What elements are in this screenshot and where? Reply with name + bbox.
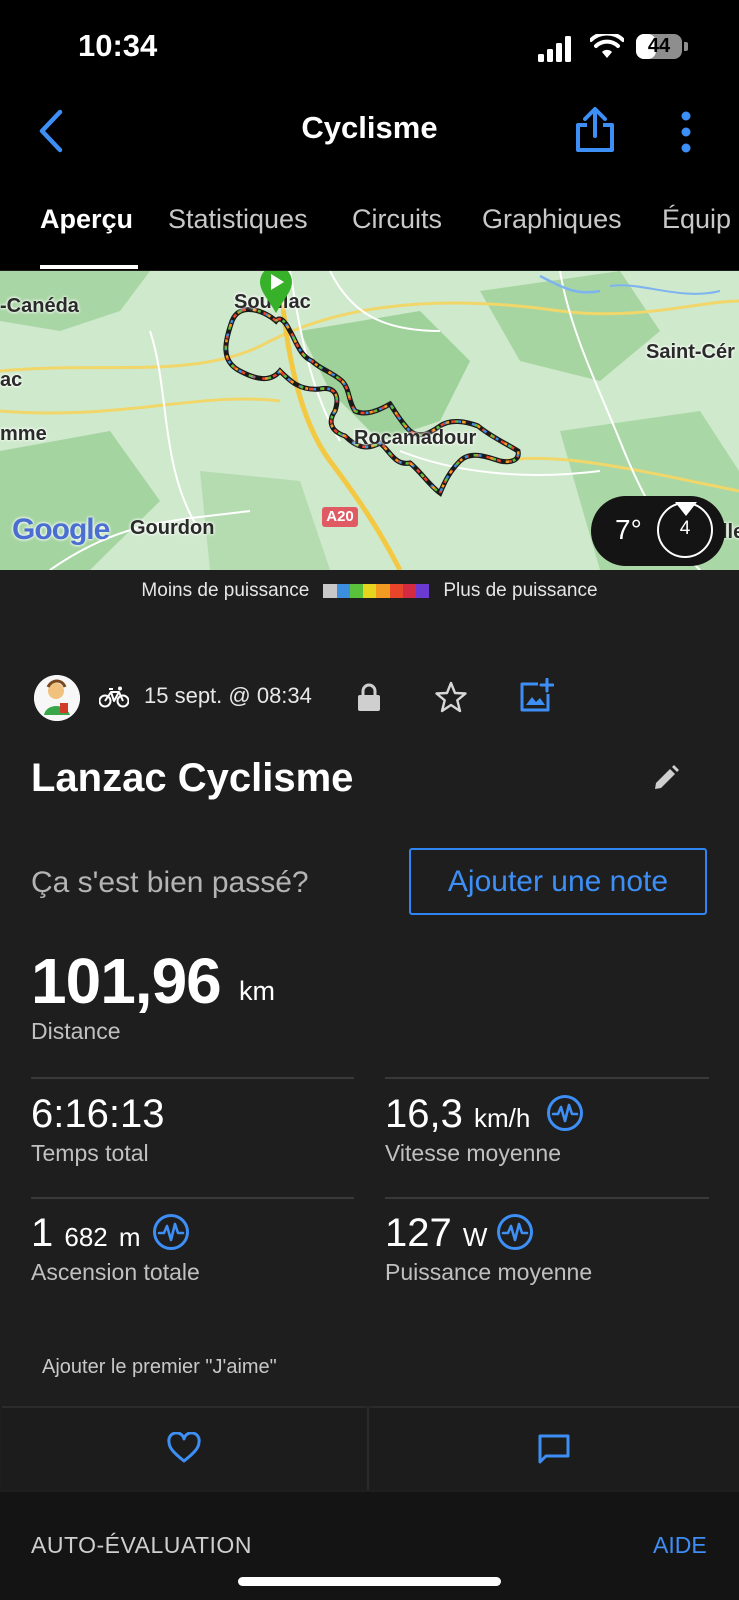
power-color-swatch — [323, 583, 337, 598]
avg-power-label: Puissance moyenne — [385, 1259, 593, 1285]
avg-speed-number: 16,3 — [385, 1092, 463, 1136]
activity-date: 15 sept. @ 08:34 — [144, 683, 312, 708]
power-color-swatch — [376, 583, 390, 598]
bike-icon — [99, 686, 129, 708]
divider — [367, 1406, 369, 1490]
divider — [31, 1077, 354, 1079]
distance-value: 101,96 — [31, 945, 222, 1017]
divider — [385, 1077, 709, 1079]
google-logo: Google — [12, 513, 110, 546]
avg-power-value: 127 W — [385, 1211, 487, 1256]
activity-chart-icon[interactable] — [152, 1213, 190, 1251]
total-time-value: 6:16:13 — [31, 1092, 164, 1137]
tab-circuits[interactable]: Circuits — [352, 204, 442, 235]
avg-speed-unit: km/h — [473, 1103, 531, 1133]
tab-equipement[interactable]: Équip — [662, 204, 731, 235]
map-place-label: Rocamadour — [354, 427, 477, 449]
avg-speed-value: 16,3 km/h — [385, 1092, 530, 1137]
total-time-number: 6:16:13 — [31, 1092, 165, 1136]
power-color-scale — [323, 583, 430, 598]
avg-power-unit: W — [462, 1222, 488, 1252]
screen-title: Cyclisme — [301, 110, 438, 145]
status-time: 10:34 — [78, 28, 158, 63]
battery-percent: 44 — [647, 35, 671, 57]
star-icon[interactable] — [434, 680, 468, 714]
map-place-label: Saint-Cér — [646, 341, 735, 363]
weather-temperature: 7° — [615, 514, 642, 545]
power-color-swatch — [336, 583, 350, 598]
like-button[interactable] — [2, 1406, 366, 1490]
tab-bar: Aperçu Statistiques Circuits Graphiques … — [0, 198, 739, 268]
feeling-question: Ça s'est bien passé? — [31, 866, 309, 899]
start-marker-icon — [260, 271, 292, 313]
distance-label: Distance — [31, 1018, 121, 1044]
wifi-icon — [590, 34, 624, 58]
weather-badge: 7° 4 — [591, 496, 725, 566]
ascent-thousands: 1 — [31, 1211, 54, 1255]
signal-icon — [538, 36, 571, 62]
total-time-label: Temps total — [31, 1140, 149, 1166]
ascent-unit: m — [118, 1222, 141, 1252]
activity-chart-icon[interactable] — [546, 1094, 584, 1132]
tab-statistiques[interactable]: Statistiques — [168, 204, 308, 235]
avg-power-number: 127 — [385, 1211, 452, 1255]
map-place-label: Gourdon — [130, 517, 215, 539]
avg-speed-label: Vitesse moyenne — [385, 1140, 562, 1166]
road-shield-label: A20 — [326, 508, 354, 525]
divider — [385, 1197, 709, 1199]
power-color-swatch — [389, 583, 403, 598]
power-color-swatch — [349, 583, 364, 598]
map-place-label: -Canéda — [0, 295, 79, 317]
help-link[interactable]: AIDE — [653, 1532, 707, 1559]
activity-title: Lanzac Cyclisme — [31, 756, 354, 800]
more-options-button[interactable] — [668, 110, 704, 154]
pencil-icon[interactable] — [652, 764, 680, 792]
divider — [31, 1197, 354, 1199]
power-color-swatch — [363, 583, 377, 598]
tab-graphiques[interactable]: Graphiques — [482, 204, 622, 235]
distance-unit: km — [239, 976, 275, 1006]
wind-indicator-icon: 4 — [657, 502, 713, 558]
battery-icon: 44 — [636, 34, 688, 61]
ascent-value: 1 682 m — [31, 1211, 141, 1256]
power-color-swatch — [416, 583, 430, 598]
share-button[interactable] — [572, 106, 618, 154]
ascent-remainder: 682 — [64, 1222, 108, 1252]
tab-apercu[interactable]: Aperçu — [40, 204, 133, 235]
legend-low-label: Moins de puissance — [141, 580, 310, 601]
map-place-label: mme — [0, 423, 47, 445]
comment-icon — [538, 1434, 570, 1464]
map-place-label: ac — [0, 369, 23, 391]
add-photo-icon[interactable] — [518, 678, 554, 714]
power-legend: Moins de puissance Plus de puissance — [0, 580, 739, 610]
lock-icon[interactable] — [356, 682, 382, 712]
legend-high-label: Plus de puissance — [443, 580, 598, 601]
user-avatar[interactable] — [34, 675, 80, 721]
self-evaluation-title: AUTO-ÉVALUATION — [31, 1532, 252, 1558]
comment-button[interactable] — [370, 1406, 739, 1490]
wind-speed: 4 — [679, 518, 691, 539]
ascent-label: Ascension totale — [31, 1259, 200, 1285]
power-color-swatch — [402, 583, 417, 598]
home-indicator[interactable] — [238, 1577, 501, 1586]
add-note-button[interactable]: Ajouter une note — [409, 848, 707, 915]
active-tab-indicator — [40, 265, 138, 269]
heart-icon — [167, 1432, 201, 1463]
activity-chart-icon[interactable] — [496, 1213, 534, 1251]
first-like-prompt[interactable]: Ajouter le premier "J'aime" — [42, 1356, 277, 1379]
